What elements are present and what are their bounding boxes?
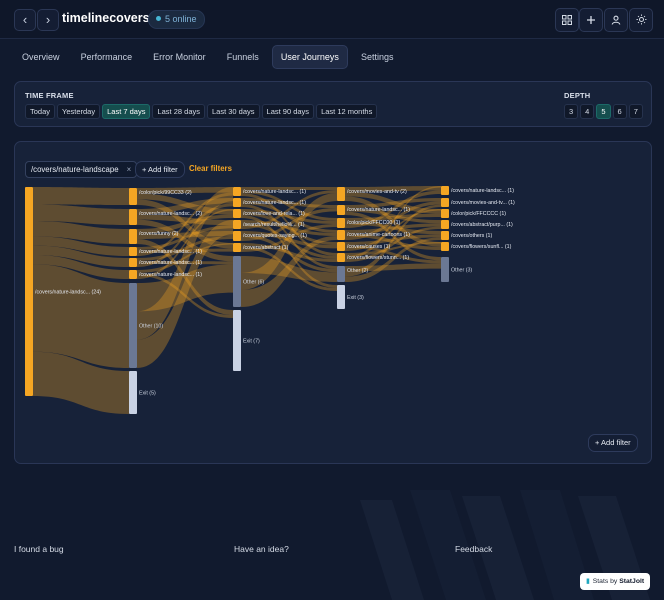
footer-bug-link[interactable]: I found a bug xyxy=(14,544,64,554)
grid-icon xyxy=(562,15,572,25)
chevron-left-icon: ‹ xyxy=(22,12,28,27)
timeframe-last-7-days[interactable]: Last 7 days xyxy=(102,104,151,119)
footer-feedback-link[interactable]: Feedback xyxy=(455,544,492,554)
timeframe-last-30-days[interactable]: Last 30 days xyxy=(207,104,260,119)
tab-error-monitor[interactable]: Error Monitor xyxy=(145,46,214,68)
depth-7[interactable]: 7 xyxy=(628,104,643,119)
add-filter-button[interactable]: + Add filter xyxy=(135,161,185,178)
online-count: 5 online xyxy=(165,14,197,24)
filter-chip-label: /covers/nature-landscape xyxy=(31,165,119,174)
tab-settings[interactable]: Settings xyxy=(353,46,402,68)
timeframe-options: Today Yesterday Last 7 days Last 28 days Las… xyxy=(25,104,379,119)
bar-chart-icon: ▮ xyxy=(586,578,590,585)
footer-decoration xyxy=(360,490,650,600)
stats-badge[interactable]: ▮ Stats by StatJolt xyxy=(580,573,651,590)
theme-button[interactable] xyxy=(629,8,653,32)
tab-overview[interactable]: Overview xyxy=(14,46,68,68)
sun-icon xyxy=(636,14,646,25)
depth-4[interactable]: 4 xyxy=(580,104,595,119)
online-badge: 5 online xyxy=(148,10,205,29)
depth-5[interactable]: 5 xyxy=(596,104,611,119)
plus-icon xyxy=(587,16,595,24)
close-icon[interactable]: × xyxy=(127,165,132,174)
timeframe-label: TIME FRAME xyxy=(25,91,74,100)
tab-performance[interactable]: Performance xyxy=(73,46,141,68)
depth-3[interactable]: 3 xyxy=(564,104,579,119)
online-dot-icon xyxy=(156,16,161,21)
forward-button[interactable]: › xyxy=(37,9,59,31)
timeframe-today[interactable]: Today xyxy=(25,104,56,119)
top-bar: ‹ › timelinecovers.pro 5 online xyxy=(0,0,664,39)
user-icon xyxy=(611,15,621,25)
timeframe-last-28-days[interactable]: Last 28 days xyxy=(152,104,205,119)
footer-idea-link[interactable]: Have an idea? xyxy=(234,544,289,554)
chevron-right-icon: › xyxy=(45,12,51,27)
grid-button[interactable] xyxy=(555,8,579,32)
filter-chip[interactable]: /covers/nature-landscape × xyxy=(25,161,138,178)
timeframe-last-12-months[interactable]: Last 12 months xyxy=(316,104,378,119)
timeframe-card: TIME FRAME Today Yesterday Last 7 days Last… xyxy=(14,81,652,127)
timeframe-last-90-days[interactable]: Last 90 days xyxy=(261,104,315,119)
clear-filters-button[interactable]: Clear filters xyxy=(189,164,232,173)
tab-user-journeys[interactable]: User Journeys xyxy=(271,45,348,69)
back-button[interactable]: ‹ xyxy=(14,9,36,31)
timeframe-yesterday[interactable]: Yesterday xyxy=(57,104,101,119)
depth-6[interactable]: 6 xyxy=(612,104,627,119)
depth-label: DEPTH xyxy=(564,91,591,100)
tab-funnels[interactable]: Funnels xyxy=(219,46,267,68)
stats-brand: StatJolt xyxy=(619,578,645,585)
add-button[interactable] xyxy=(579,8,603,32)
stats-prefix: Stats by xyxy=(592,578,618,585)
main-tabs: Overview Performance Error Monitor Funne… xyxy=(14,45,403,69)
add-filter-bottom-button[interactable]: + Add filter xyxy=(588,434,638,452)
depth-options: 34567 xyxy=(564,104,645,119)
user-button[interactable] xyxy=(604,8,628,32)
journeys-card xyxy=(14,141,652,464)
